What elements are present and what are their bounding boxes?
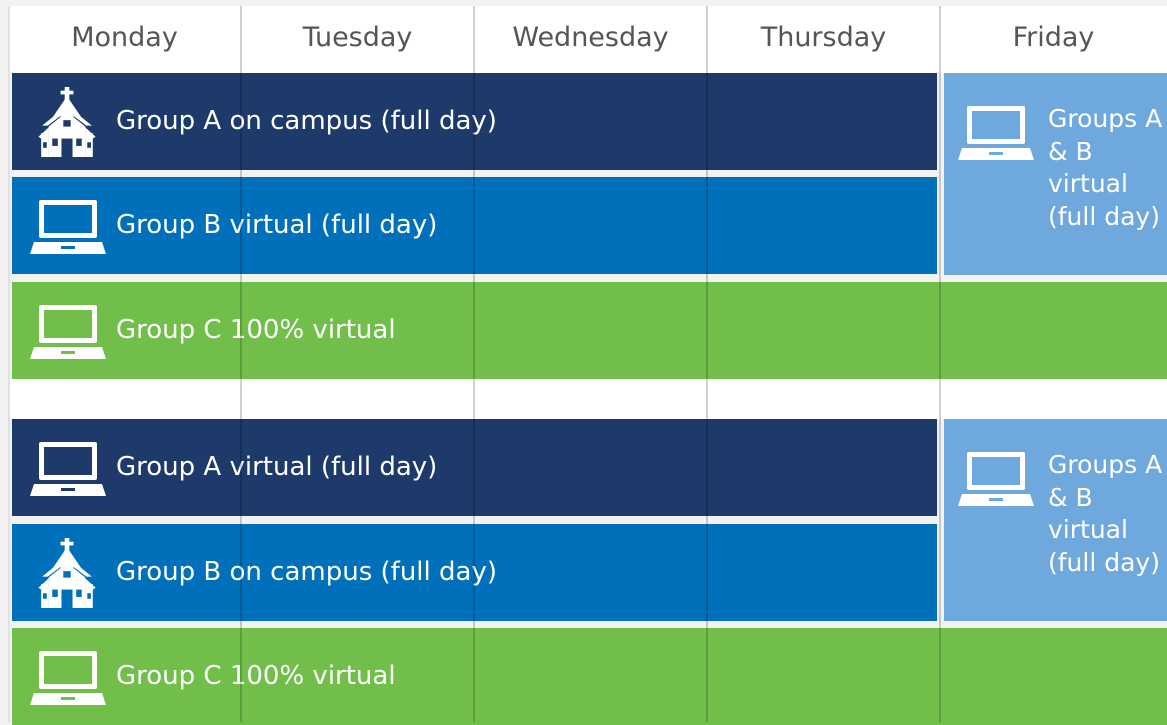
- laptop-icon: [30, 648, 106, 708]
- grid-line: [8, 6, 10, 722]
- schedule2-group-c-label: Group C 100% virtual: [116, 661, 396, 691]
- school-icon: [32, 87, 102, 157]
- divider: [8, 64, 1167, 73]
- school-icon: [32, 538, 102, 608]
- schedule2-group-c-bar: Group C 100% virtual: [12, 628, 1167, 725]
- schedule2-group-b-label: Group B on campus (full day): [116, 557, 497, 587]
- schedule1-friday-label: Groups A & B virtual (full day): [1048, 104, 1163, 231]
- schedule1-group-b-label: Group B virtual (full day): [116, 210, 438, 240]
- schedule2-friday-block: Groups A & B virtual (full day): [944, 419, 1167, 621]
- grid-line: [939, 6, 941, 722]
- laptop-icon: [30, 439, 106, 499]
- schedule2-group-a-label: Group A virtual (full day): [116, 452, 438, 482]
- schedule2-friday-label: Groups A & B virtual (full day): [1048, 450, 1163, 577]
- day-friday: Friday: [1012, 22, 1095, 53]
- laptop-icon: [30, 302, 106, 362]
- schedule1-group-a-label: Group A on campus (full day): [116, 106, 497, 136]
- day-monday: Monday: [71, 22, 178, 53]
- day-tuesday: Tuesday: [302, 22, 413, 53]
- grid-line: [473, 6, 475, 722]
- laptop-icon: [958, 449, 1034, 509]
- schedule-gap: [8, 379, 1167, 419]
- schedule1-group-c-label: Group C 100% virtual: [116, 315, 396, 345]
- day-thursday: Thursday: [760, 22, 887, 53]
- laptop-icon: [958, 103, 1034, 163]
- laptop-icon: [30, 197, 106, 257]
- day-wednesday: Wednesday: [512, 22, 669, 53]
- schedule1-friday-block: Groups A & B virtual (full day): [944, 73, 1167, 275]
- grid-line: [706, 6, 708, 722]
- schedule1-group-c-bar: Group C 100% virtual: [12, 282, 1167, 379]
- grid-line: [240, 6, 242, 722]
